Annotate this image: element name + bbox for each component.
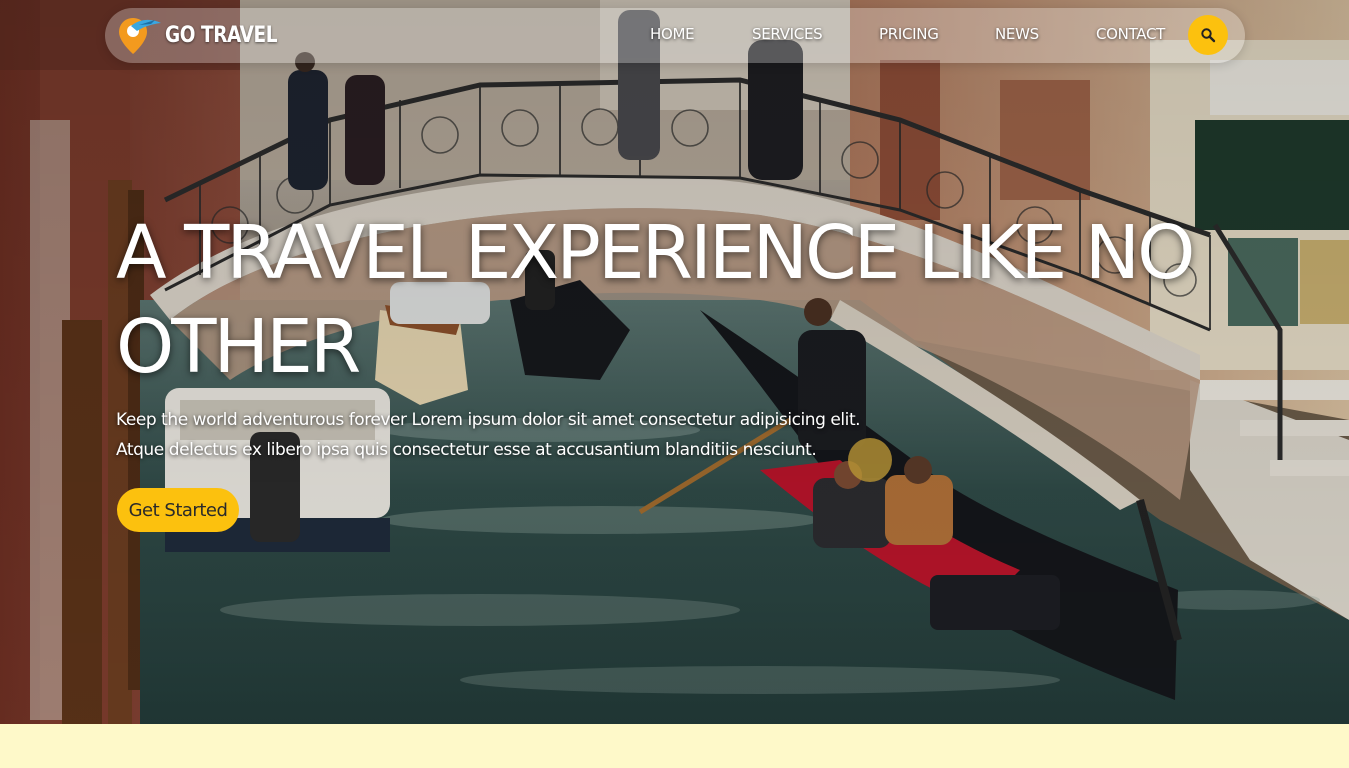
brand-name: GO TRAVEL	[165, 23, 278, 48]
map-pin-plane-icon	[119, 18, 161, 54]
hero-subtext: Keep the world adventurous forever Lorem…	[116, 405, 916, 465]
next-section	[0, 724, 1349, 768]
nav-link-home[interactable]: HOME	[650, 25, 695, 43]
brand-logo[interactable]: GO TRAVEL	[117, 14, 298, 57]
hero-subtext-line-1: Keep the world adventurous forever Lorem…	[116, 410, 861, 430]
get-started-button[interactable]: Get Started	[117, 488, 239, 532]
hero-subtext-line-2: Atque delectus ex libero ipsa quis conse…	[116, 440, 817, 460]
nav-link-pricing[interactable]: PRICING	[879, 25, 939, 43]
nav-link-contact[interactable]: CONTACT	[1096, 25, 1165, 43]
hero-section: GO TRAVEL HOME SERVICES PRICING NEWS CON…	[0, 0, 1349, 724]
search-icon	[1201, 28, 1216, 43]
top-navbar: GO TRAVEL HOME SERVICES PRICING NEWS CON…	[105, 8, 1245, 63]
nav-link-news[interactable]: NEWS	[995, 25, 1039, 43]
nav-link-services[interactable]: SERVICES	[752, 25, 823, 43]
hero-headline: A TRAVEL EXPERIENCE LIKE NO OTHER	[116, 210, 1195, 390]
search-button[interactable]	[1188, 15, 1228, 55]
